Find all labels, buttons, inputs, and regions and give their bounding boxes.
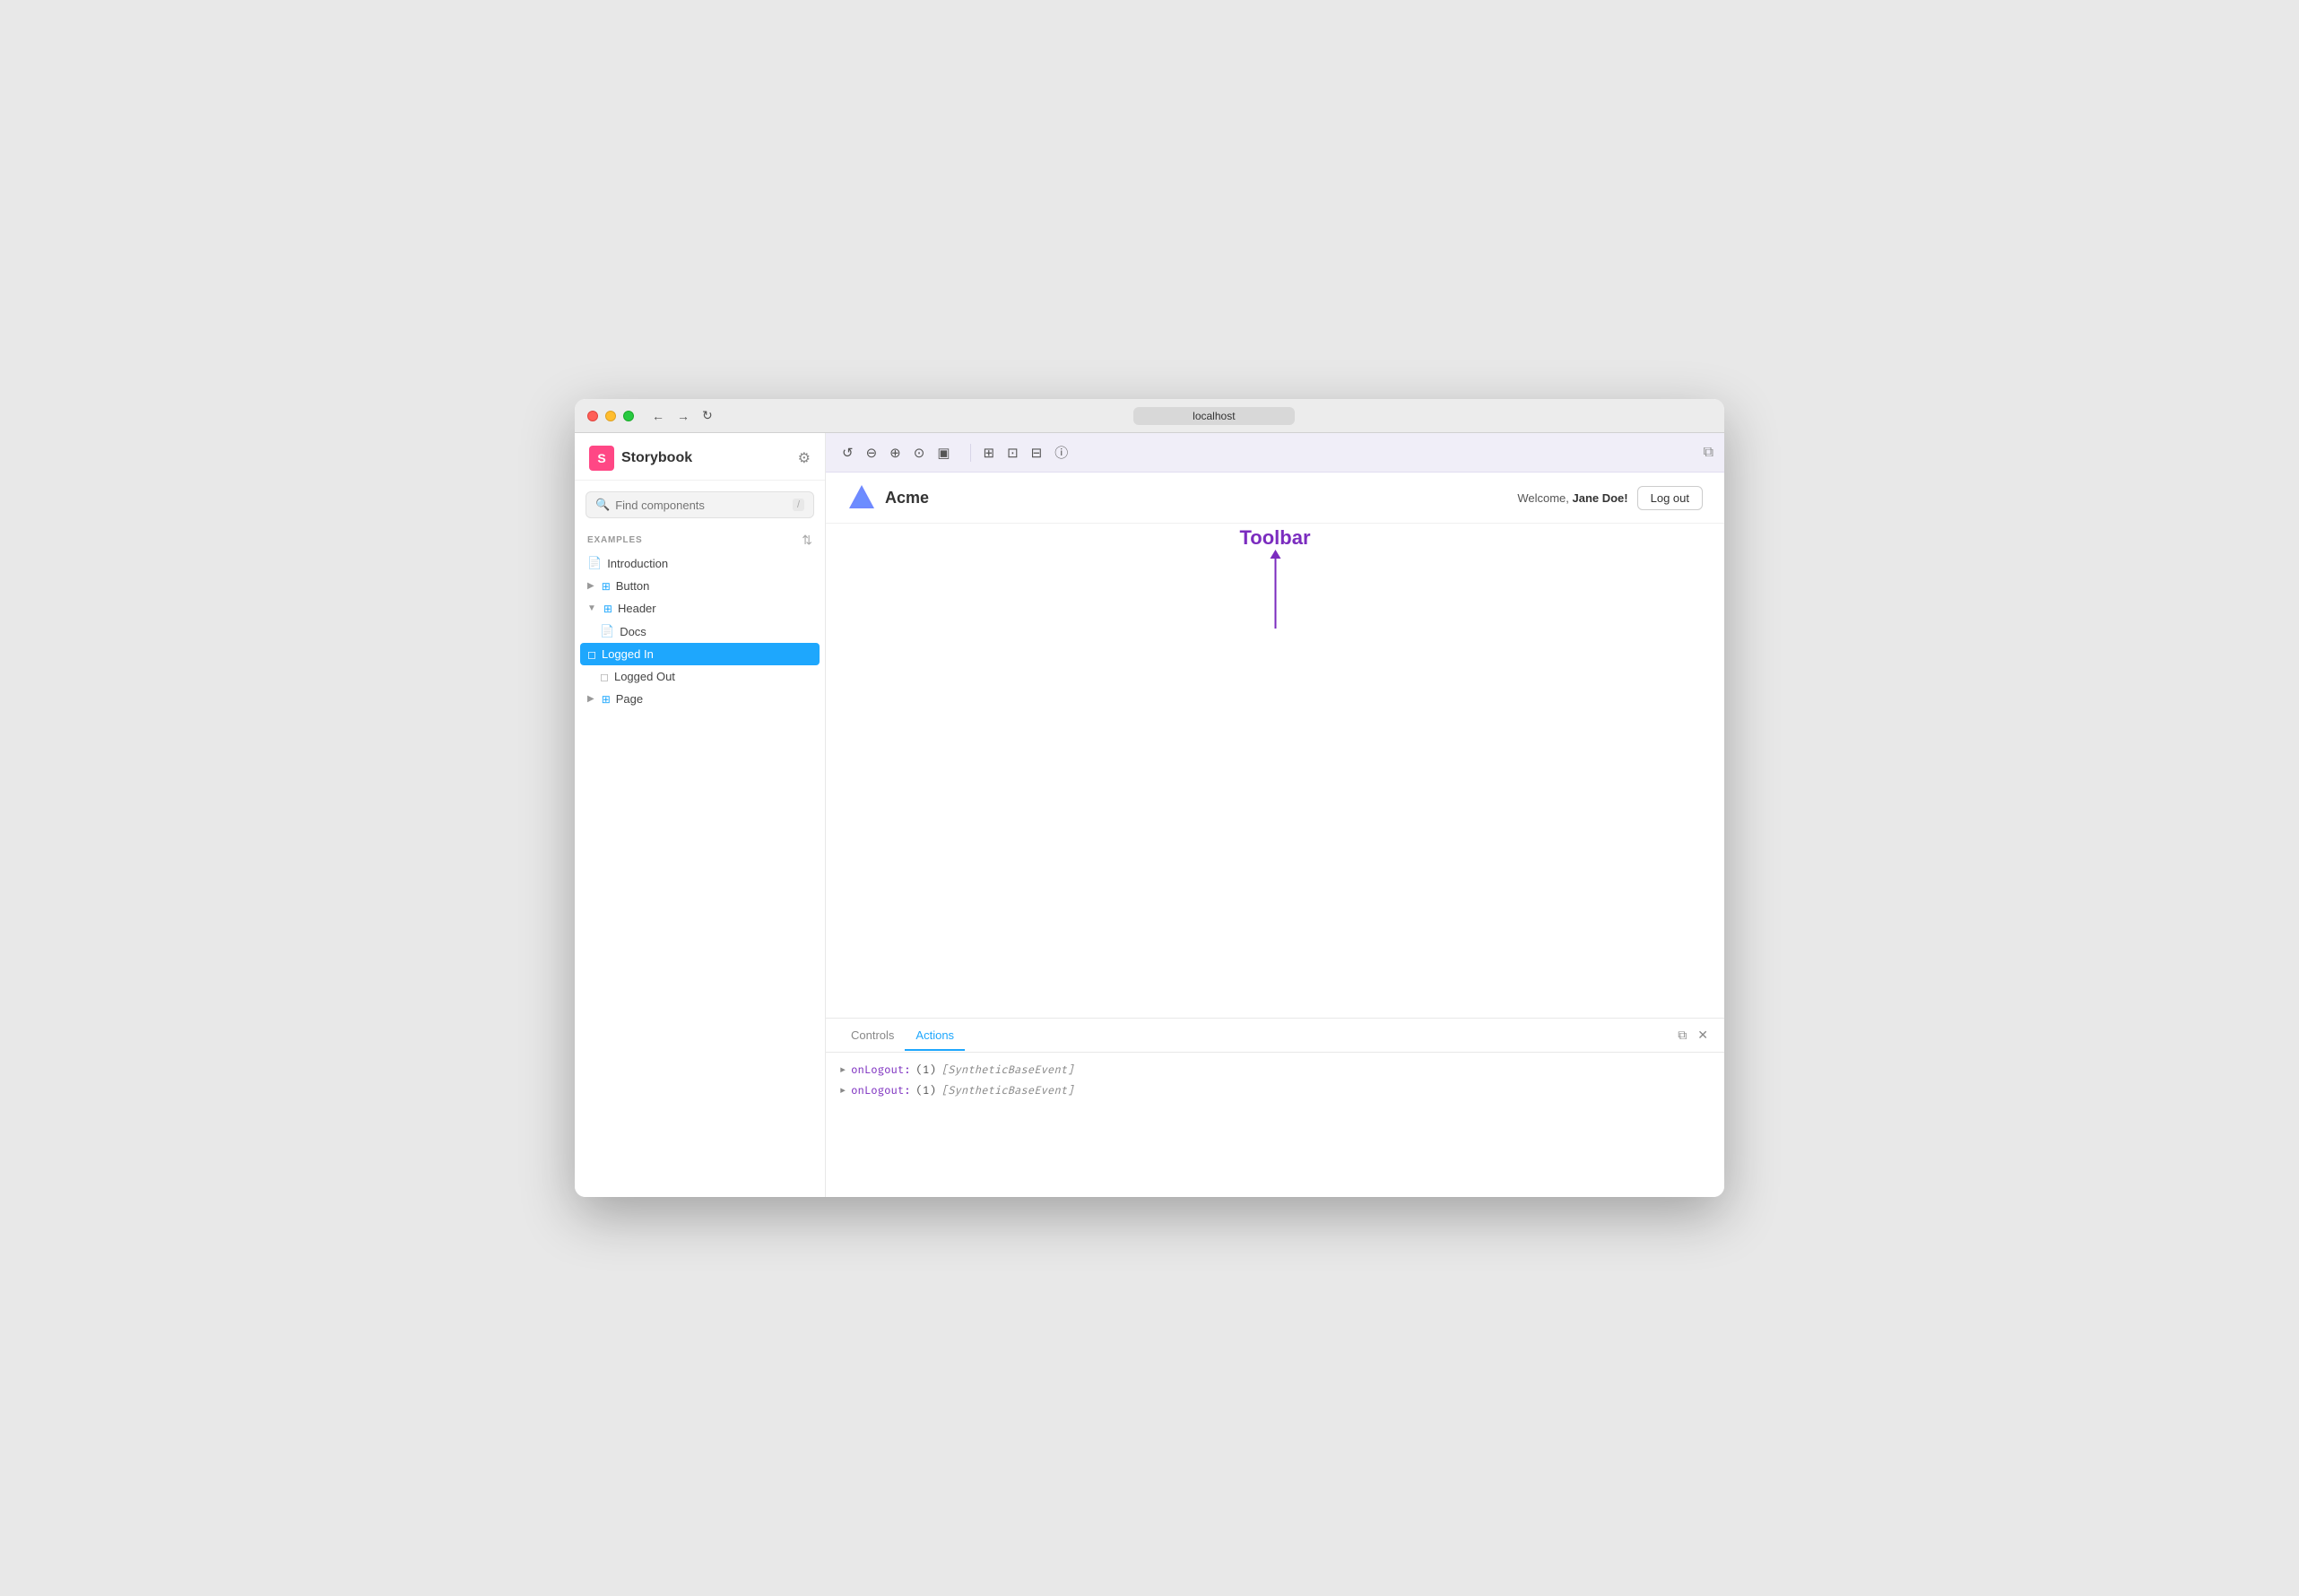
- toolbar-annotation: Toolbar: [1239, 526, 1310, 629]
- doc-icon: 📄: [600, 624, 614, 638]
- open-external-button[interactable]: ⧉: [1704, 445, 1713, 461]
- sidebar-item-page[interactable]: ▶ ⊞ Page: [575, 688, 825, 710]
- action-args-2: (1): [916, 1084, 936, 1097]
- storybook-toolbar: ↺ ⊖ ⊕ ⊙ ▣ ⊞ ⊡ ⊟ ⓘ ⧉: [826, 433, 1724, 473]
- action-entry-1: ▶ onLogout: (1) [SyntheticBaseEvent]: [840, 1063, 1710, 1077]
- section-title: EXAMPLES: [587, 535, 642, 545]
- panel-layout-button[interactable]: ⧉: [1676, 1026, 1688, 1045]
- component-icon: ⊞: [603, 603, 612, 615]
- acme-header-preview: Acme Welcome, Jane Doe! Log out: [826, 473, 1724, 524]
- sidebar-item-header[interactable]: ▼ ⊞ Header: [575, 597, 825, 620]
- sidebar-item-introduction[interactable]: 📄 Introduction: [575, 551, 825, 575]
- search-icon: 🔍: [595, 498, 610, 512]
- bottom-panel: Controls Actions ⧉ ✕ ▶ onLogout: (1) [Sy…: [826, 1018, 1724, 1197]
- action-event-2: [SyntheticBaseEvent]: [941, 1084, 1074, 1097]
- panel-tab-bar: Controls Actions ⧉ ✕: [826, 1019, 1724, 1053]
- story-icon: ◻: [587, 648, 596, 661]
- expand-icon: ▶: [587, 694, 594, 704]
- toolbar-annotation-arrow: [1274, 557, 1276, 629]
- sort-icon[interactable]: ⇅: [802, 533, 812, 548]
- sidebar-logo: S Storybook: [589, 446, 692, 471]
- settings-icon[interactable]: ⚙: [798, 449, 811, 467]
- browser-nav: ← → ↻: [648, 406, 716, 425]
- expand-icon: ▶: [587, 581, 594, 591]
- sidebar-item-label: Introduction: [607, 557, 668, 570]
- user-name: Jane Doe!: [1572, 491, 1627, 505]
- search-shortcut: /: [793, 499, 804, 511]
- zoom-reset-button[interactable]: ⊙: [908, 441, 931, 464]
- sidebar-header: S Storybook ⚙: [575, 433, 825, 481]
- canvas-area: Acme Welcome, Jane Doe! Log out Toolbar: [826, 473, 1724, 1018]
- action-event-1: [SyntheticBaseEvent]: [941, 1063, 1074, 1077]
- accessibility-button[interactable]: ⓘ: [1049, 439, 1073, 465]
- sidebar-item-label: Header: [618, 602, 656, 615]
- toolbar-group-left: ↺ ⊖ ⊕ ⊙ ▣: [837, 441, 956, 464]
- acme-brand-name: Acme: [885, 489, 929, 507]
- preview-user-area: Welcome, Jane Doe! Log out: [1517, 486, 1703, 510]
- toolbar-group-right: ⊞ ⊡ ⊟ ⓘ: [978, 439, 1074, 465]
- panel-content: ▶ onLogout: (1) [SyntheticBaseEvent] ▶ o…: [826, 1053, 1724, 1197]
- search-input[interactable]: [615, 499, 787, 512]
- sidebar: S Storybook ⚙ 🔍 / EXAMPLES ⇅ 📄 Introduct…: [575, 433, 826, 1197]
- reload-button[interactable]: ↻: [698, 406, 716, 425]
- fullscreen-button[interactable]: ▣: [932, 441, 955, 464]
- doc-icon: 📄: [587, 556, 602, 570]
- collapse-icon: ▼: [587, 603, 596, 613]
- maximize-button[interactable]: [623, 411, 634, 421]
- logout-button[interactable]: Log out: [1637, 486, 1703, 510]
- action-toggle-2[interactable]: ▶: [840, 1086, 846, 1097]
- action-name-2: onLogout:: [851, 1084, 910, 1097]
- component-icon: ⊞: [602, 580, 611, 593]
- traffic-lights: [587, 411, 634, 421]
- app-body: S Storybook ⚙ 🔍 / EXAMPLES ⇅ 📄 Introduct…: [575, 433, 1724, 1197]
- sidebar-item-label: Button: [616, 579, 650, 593]
- sidebar-item-header-docs[interactable]: 📄 Docs: [575, 620, 825, 643]
- background-button[interactable]: ⊟: [1026, 441, 1048, 464]
- sidebar-item-header-logged-out[interactable]: ◻ Logged Out: [575, 665, 825, 688]
- section-header: EXAMPLES ⇅: [575, 525, 825, 551]
- action-entry-2: ▶ onLogout: (1) [SyntheticBaseEvent]: [840, 1084, 1710, 1097]
- component-icon: ⊞: [602, 693, 611, 706]
- panel-actions: ⧉ ✕: [1676, 1026, 1710, 1045]
- panel-close-button[interactable]: ✕: [1696, 1026, 1710, 1045]
- titlebar: ← → ↻ localhost: [575, 399, 1724, 433]
- close-button[interactable]: [587, 411, 598, 421]
- tab-controls[interactable]: Controls: [840, 1021, 905, 1051]
- forward-button[interactable]: →: [673, 407, 693, 425]
- main-area: ↺ ⊖ ⊕ ⊙ ▣ ⊞ ⊡ ⊟ ⓘ ⧉: [826, 433, 1724, 1197]
- toolbar-separator: [970, 444, 971, 462]
- sidebar-item-label: Docs: [620, 625, 646, 638]
- acme-logo-icon: [847, 483, 876, 512]
- zoom-out-button[interactable]: ⊖: [861, 441, 883, 464]
- grid-button[interactable]: ⊞: [978, 441, 1001, 464]
- reload-story-button[interactable]: ↺: [837, 441, 859, 464]
- url-bar[interactable]: localhost: [1133, 407, 1295, 425]
- minimize-button[interactable]: [605, 411, 616, 421]
- back-button[interactable]: ←: [648, 407, 668, 425]
- storybook-logo-icon: S: [589, 446, 614, 471]
- action-args-1: (1): [916, 1063, 936, 1077]
- action-name-1: onLogout:: [851, 1063, 910, 1077]
- app-window: ← → ↻ localhost S Storybook ⚙ 🔍 /: [575, 399, 1724, 1197]
- storybook-logo-text: Storybook: [621, 450, 692, 466]
- sidebar-item-header-logged-in[interactable]: ◻ Logged In: [580, 643, 820, 665]
- story-icon: ◻: [600, 671, 609, 683]
- toolbar-annotation-label: Toolbar: [1239, 526, 1310, 550]
- action-toggle-1[interactable]: ▶: [840, 1065, 846, 1076]
- sidebar-item-label: Logged In: [602, 647, 654, 661]
- sidebar-item-label: Logged Out: [614, 670, 675, 683]
- zoom-in-button[interactable]: ⊕: [884, 441, 907, 464]
- preview-brand: Acme: [847, 483, 929, 512]
- welcome-text: Welcome, Jane Doe!: [1517, 491, 1627, 505]
- viewport-button[interactable]: ⊡: [1002, 441, 1024, 464]
- search-bar[interactable]: 🔍 /: [586, 491, 814, 518]
- sidebar-item-button[interactable]: ▶ ⊞ Button: [575, 575, 825, 597]
- tab-actions[interactable]: Actions: [905, 1021, 965, 1051]
- sidebar-item-label: Page: [616, 692, 643, 706]
